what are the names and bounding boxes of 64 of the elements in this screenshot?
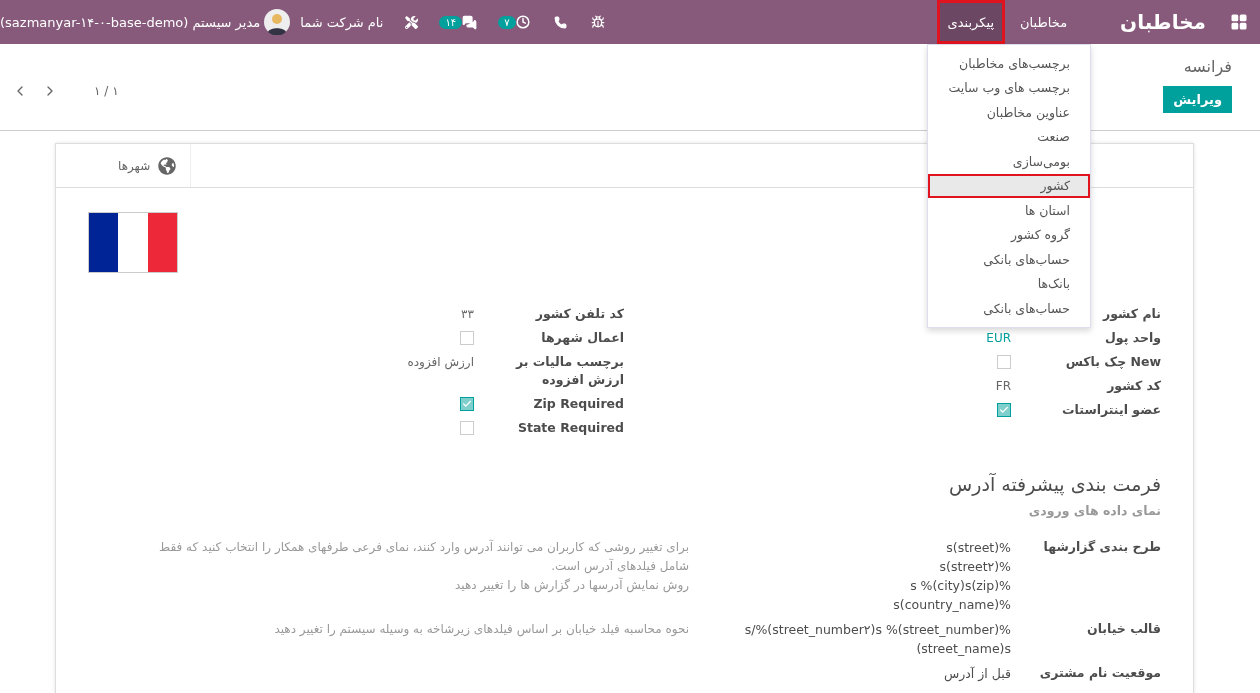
field-label: اعمال شهرها: [540, 329, 624, 347]
field-label: کد کشور: [1105, 377, 1161, 395]
dropdown-item[interactable]: گروه کشور: [928, 222, 1090, 247]
field-label: State Required: [516, 419, 624, 437]
apps-menu-icon[interactable]: [1230, 13, 1248, 31]
app-name: مخاطبان: [1120, 10, 1206, 34]
field-label: Zip Required: [532, 395, 624, 413]
check-icon: [462, 399, 472, 409]
user-name[interactable]: مدیر سیستم (sazmanyar-۱۴-۰-base-demo): [0, 14, 261, 30]
debug-icon[interactable]: [590, 15, 605, 29]
field-value: ۳۳: [461, 306, 474, 323]
section-subtitle: نمای داده های ورودی: [1027, 503, 1161, 518]
field-label: واحد پول: [1104, 329, 1161, 347]
message-badge: ۱۴: [439, 15, 463, 29]
checkbox[interactable]: [460, 397, 474, 411]
field-value: s(street۲)%: [939, 558, 1011, 576]
help-text: نحوه محاسبه فیلد خیابان بر اساس فیلدهای زیرشاخه به وسیله سیستم را تغییر دهید: [273, 621, 689, 639]
menu-item[interactable]: مخاطبان: [1009, 0, 1079, 44]
checkbox[interactable]: [460, 421, 474, 435]
dropdown-item[interactable]: بومی‌سازی: [928, 149, 1090, 174]
dropdown-item[interactable]: استان ها: [928, 198, 1090, 223]
field-value: s/%(street_number۲)s %(street_number)%: [744, 621, 1011, 639]
field-label: عضو اینتراستات: [1061, 401, 1161, 419]
clock-icon[interactable]: [515, 15, 530, 29]
dropdown-item[interactable]: صنعت: [928, 124, 1090, 149]
help-text: روش نمایش آدرسها در گزارش ها را تغییر دهید: [454, 576, 689, 595]
field-value: ارزش افزوده: [407, 354, 474, 372]
dropdown-item[interactable]: حساب‌های بانکی: [928, 296, 1090, 321]
smart-button[interactable]: شهرها: [56, 144, 192, 187]
field-label: کد تلفن کشور: [534, 305, 624, 323]
company-name[interactable]: نام شرکت شما: [300, 14, 384, 30]
checkbox[interactable]: [460, 331, 474, 345]
dropdown-item[interactable]: کشور: [928, 173, 1090, 198]
section-title: فرمت بندی پیشرفته آدرس: [948, 473, 1161, 495]
field-value: FR: [995, 378, 1011, 395]
globe-icon: [158, 156, 177, 175]
pager-counter: ۱ / ۱: [94, 84, 119, 98]
field-label: طرح بندی گزارشها: [1042, 538, 1161, 556]
check-icon: [999, 405, 1009, 415]
checkbox[interactable]: [997, 355, 1011, 369]
field-value: s(street)%: [946, 539, 1011, 557]
field-label: New چک باکس: [1064, 353, 1161, 371]
dropdown-item[interactable]: برچسب‌های مخاطبان: [928, 51, 1090, 76]
phone-icon[interactable]: [553, 15, 567, 29]
avatar-icon[interactable]: [264, 9, 291, 35]
field-label: نام کشور: [1101, 305, 1161, 323]
field-label: موقعیت نام مشتری: [1038, 664, 1161, 682]
activity-badge: ۷: [498, 15, 516, 29]
checkbox[interactable]: [997, 403, 1011, 417]
dropdown-item[interactable]: عناوین مخاطبان: [928, 100, 1090, 125]
field-value: s %(city)s(zip)%: [910, 577, 1011, 595]
tools-icon[interactable]: [405, 15, 419, 29]
dropdown-item[interactable]: برچسب های وب سایت: [928, 75, 1090, 100]
menu-item[interactable]: پیکربندی: [936, 0, 1005, 44]
breadcrumb: فرانسه: [1183, 57, 1232, 76]
chat-icon[interactable]: [462, 14, 478, 30]
field-value: s(country_name)%: [893, 596, 1011, 614]
field-label: قالب خیابان: [1085, 620, 1161, 638]
dropdown-item[interactable]: حساب‌های بانکی: [928, 247, 1090, 272]
help-text: برای تغییر روشی که کاربران می توانند آدرس وارد کنند، نمای فرعی طرفهای همکار را انتخاب کنید که فقط شامل فیلدهای آدرس است.: [158, 538, 689, 576]
field-value: (street_name)s: [916, 640, 1011, 658]
field-label: برچسب مالیات بر ارزش افزوده: [514, 353, 624, 389]
field-value: قبل از آدرس: [944, 665, 1011, 683]
dropdown-item[interactable]: بانک‌ها: [928, 271, 1090, 296]
